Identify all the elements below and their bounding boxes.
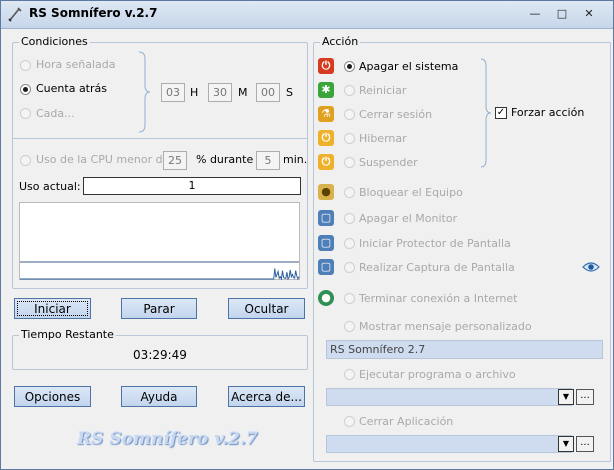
action-label-internet: Terminar conexión a Internet <box>359 292 518 305</box>
screensaver-icon: ▢ <box>318 235 334 251</box>
radio-cerrar-sesion[interactable] <box>344 109 355 120</box>
parar-button[interactable]: Parar <box>121 298 197 319</box>
remaining-group: Tiempo Restante 03:29:49 <box>12 328 308 370</box>
radio-cerrar-app[interactable] <box>344 416 355 427</box>
conditions-divider <box>13 138 307 139</box>
restart-icon: ✱ <box>318 82 334 98</box>
window-title: RS Somnífero v.2.7 <box>29 6 158 20</box>
cada-label: Cada... <box>36 107 75 120</box>
minutes-unit: M <box>238 86 248 99</box>
minimize-icon[interactable]: — <box>525 5 545 22</box>
power-icon: ⏻ <box>318 58 334 74</box>
radio-monitor[interactable] <box>344 213 355 224</box>
conditions-group: Condiciones Hora señalada Cuenta atrás C… <box>12 35 308 289</box>
minutes-field[interactable]: 30 <box>208 83 232 102</box>
conditions-legend: Condiciones <box>19 35 90 48</box>
cpu-value-field[interactable]: 25 <box>163 151 187 170</box>
action-label-mensaje: Mostrar mensaje personalizado <box>359 320 532 333</box>
radio-suspender[interactable] <box>344 157 355 168</box>
action-label-suspender: Suspender <box>359 156 418 169</box>
remaining-legend: Tiempo Restante <box>19 328 116 341</box>
program-browse-button[interactable]: ... <box>576 389 594 405</box>
action-group: Acción ⏻ Apagar el sistema ✱ Reiniciar ⚗… <box>313 35 611 462</box>
maximize-icon[interactable]: □ <box>552 5 572 22</box>
force-label: Forzar acción <box>511 106 585 119</box>
app-combo[interactable] <box>326 435 572 453</box>
app-dropdown-icon[interactable]: ▼ <box>558 436 574 452</box>
monitor-icon: ▢ <box>318 210 334 226</box>
title-bar[interactable]: RS Somnífero v.2.7 — □ ✕ <box>1 1 613 29</box>
radio-cuenta[interactable] <box>20 84 31 95</box>
ayuda-button[interactable]: Ayuda <box>121 386 197 407</box>
action-label-monitor: Apagar el Monitor <box>359 212 458 225</box>
radio-cpu[interactable] <box>20 155 31 166</box>
conditions-brace <box>138 51 151 133</box>
screenshot-icon: ▢ <box>318 259 334 275</box>
cpu-usage-chart <box>19 202 300 280</box>
hora-label: Hora señalada <box>36 58 116 71</box>
hibernate-icon: ⏻ <box>318 130 334 146</box>
hours-unit: H <box>190 86 199 99</box>
radio-reiniciar[interactable] <box>344 85 355 96</box>
ocultar-button[interactable]: Ocultar <box>228 298 305 319</box>
acerca-button[interactable]: Acerca de... <box>228 386 305 407</box>
iniciar-button[interactable]: Iniciar <box>14 298 91 319</box>
program-combo[interactable] <box>326 388 572 406</box>
radio-protector[interactable] <box>344 238 355 249</box>
action-label-cerrar-app: Cerrar Aplicación <box>359 415 454 428</box>
remaining-time: 03:29:49 <box>133 348 187 362</box>
radio-bloquear[interactable] <box>344 187 355 198</box>
action-label-captura: Realizar Captura de Pantalla <box>359 261 515 274</box>
cpu-label: Uso de la CPU menor de: <box>36 153 174 166</box>
seconds-unit: S <box>286 86 293 99</box>
force-checkbox[interactable]: ✓ <box>495 107 507 119</box>
action-label-bloquear: Bloquear el Equipo <box>359 186 463 199</box>
action-label-cerrar-sesion: Cerrar sesión <box>359 108 433 121</box>
close-icon[interactable]: ✕ <box>579 5 599 22</box>
message-field[interactable]: RS Somnífero 2.7 <box>326 340 603 359</box>
radio-apagar[interactable] <box>344 61 355 72</box>
radio-hibernar[interactable] <box>344 133 355 144</box>
action-label-protector: Iniciar Protector de Pantalla <box>359 237 511 250</box>
radio-ejecutar[interactable] <box>344 369 355 380</box>
hours-field[interactable]: 03 <box>161 83 185 102</box>
radio-cada[interactable] <box>20 108 31 119</box>
radio-hora[interactable] <box>20 60 31 71</box>
action-label-reiniciar: Reiniciar <box>359 84 407 97</box>
action-label-apagar: Apagar el sistema <box>359 60 459 73</box>
radio-mensaje[interactable] <box>344 321 355 332</box>
seconds-field[interactable]: 00 <box>256 83 280 102</box>
usage-value-field: 1 <box>83 177 301 195</box>
app-browse-button[interactable]: ... <box>576 436 594 452</box>
lock-icon: ● <box>318 184 334 200</box>
action-brace <box>480 58 492 168</box>
cpu-minutes-field[interactable]: 5 <box>256 151 280 170</box>
radio-internet[interactable] <box>344 293 355 304</box>
cpu-during-label: % durante <box>196 153 254 166</box>
logoff-icon: ⚗ <box>318 106 334 122</box>
usage-label: Uso actual: <box>19 180 81 193</box>
program-dropdown-icon[interactable]: ▼ <box>558 389 574 405</box>
globe-icon: ● <box>318 290 334 306</box>
action-legend: Acción <box>320 35 361 48</box>
app-icon <box>8 7 22 22</box>
eye-icon[interactable] <box>582 261 600 273</box>
cpu-min-unit: min. <box>283 153 308 166</box>
suspend-icon: ⏻ <box>318 154 334 170</box>
opciones-button[interactable]: Opciones <box>14 386 91 407</box>
action-label-hibernar: Hibernar <box>359 132 407 145</box>
cuenta-label: Cuenta atrás <box>36 82 107 95</box>
app-logo: RS Somnífero v.2.7 <box>77 429 258 449</box>
radio-captura[interactable] <box>344 262 355 273</box>
app-window: RS Somnífero v.2.7 — □ ✕ Condiciones Hor… <box>0 0 614 470</box>
action-label-ejecutar: Ejecutar programa o archivo <box>359 368 516 381</box>
